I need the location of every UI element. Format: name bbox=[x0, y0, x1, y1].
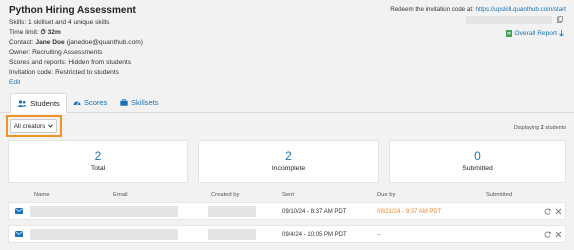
tab-scores[interactable]: Scores bbox=[73, 93, 107, 112]
sent-date: 09/4/24 - 10:05 PM PDT bbox=[282, 232, 347, 238]
invitation-code-info: Invitation code: Restricted to students bbox=[9, 69, 119, 76]
edit-link[interactable]: Edit bbox=[9, 79, 20, 86]
contact-name: Jane Doe bbox=[35, 39, 65, 46]
stat-submitted-value: 0 bbox=[474, 149, 481, 163]
sent-date: 09/10/24 - 8:37 AM PDT bbox=[282, 209, 347, 215]
stat-submitted-label: Submitted bbox=[462, 165, 493, 172]
gauge-icon bbox=[73, 101, 81, 106]
tab-scores-label: Scores bbox=[84, 98, 108, 107]
column-header-submitted: Submitted bbox=[486, 192, 513, 198]
column-header-sent: Sent bbox=[282, 192, 294, 198]
time-limit-label: Time limit: bbox=[9, 29, 39, 36]
contact-email: (janedoe@quanthub.com) bbox=[66, 39, 143, 46]
created-by-redacted bbox=[208, 206, 256, 217]
column-header-created-by: Created by bbox=[211, 192, 240, 198]
refresh-icon[interactable] bbox=[544, 208, 551, 215]
briefcase-icon bbox=[120, 99, 128, 106]
due-date: 09/21/24 - 9:37 AM PDT bbox=[377, 209, 442, 215]
time-limit-info: Time limit: ⏱ 32m bbox=[9, 29, 61, 36]
page-title: Python Hiring Assessment bbox=[9, 5, 136, 16]
time-limit-value: 32m bbox=[47, 29, 61, 36]
users-icon bbox=[17, 100, 27, 107]
contact-info: Contact: Jane Doe (janedoe@quanthub.com) bbox=[9, 38, 143, 48]
envelope-icon bbox=[15, 231, 23, 237]
report-file-icon bbox=[506, 30, 513, 37]
column-header-name: Name bbox=[34, 192, 50, 198]
stat-total-label: Total bbox=[90, 165, 106, 172]
stat-card-submitted: 0 Submitted bbox=[389, 140, 566, 183]
column-header-due-by: Due by bbox=[377, 192, 396, 198]
skills-info: Skills: 1 skillset and 4 unique skills bbox=[9, 19, 110, 26]
copy-icon[interactable] bbox=[557, 16, 563, 23]
tab-students[interactable]: Students bbox=[10, 93, 67, 114]
tab-skillsets-label: Skillsets bbox=[131, 98, 159, 107]
redeem-label: Redeem the invitation code at: bbox=[390, 6, 474, 13]
tab-skillsets[interactable]: Skillsets bbox=[120, 93, 159, 112]
student-name-email-redacted bbox=[30, 229, 178, 240]
close-icon[interactable] bbox=[555, 231, 562, 238]
due-date: -- bbox=[377, 232, 381, 238]
displaying-count: Displaying 2 students bbox=[514, 125, 566, 131]
stat-total-value: 2 bbox=[94, 149, 102, 163]
scores-reports-info: Scores and reports: Hidden from students bbox=[9, 59, 132, 66]
close-icon[interactable] bbox=[555, 208, 562, 215]
creator-filter-dropdown[interactable]: All creators bbox=[10, 119, 57, 133]
envelope-icon bbox=[15, 208, 23, 214]
creator-filter-label: All creators bbox=[13, 122, 46, 130]
overall-report-label: Overall Report bbox=[514, 30, 557, 37]
column-header-email: Email bbox=[113, 192, 128, 198]
stat-card-total: 2 Total bbox=[8, 140, 188, 183]
displaying-suffix: students bbox=[545, 125, 566, 131]
owner-info: Owner: Recruiting Assessments bbox=[9, 49, 103, 56]
displaying-prefix: Displaying bbox=[513, 125, 540, 131]
download-arrow-icon bbox=[559, 30, 564, 37]
displaying-number: 2 bbox=[540, 125, 544, 131]
stat-card-incomplete: 2 Incomplete bbox=[198, 140, 379, 183]
contact-label: Contact: bbox=[9, 39, 34, 46]
stat-incomplete-label: Incomplete bbox=[271, 165, 306, 172]
stat-incomplete-value: 2 bbox=[285, 149, 292, 163]
student-name-email-redacted bbox=[30, 206, 178, 217]
redeem-info: Redeem the invitation code at: https://u… bbox=[390, 6, 566, 13]
overall-report-link[interactable]: Overall Report bbox=[506, 30, 564, 37]
tab-students-label: Students bbox=[30, 99, 60, 108]
refresh-icon[interactable] bbox=[544, 231, 551, 238]
created-by-redacted bbox=[208, 229, 256, 240]
redeem-url-link[interactable]: https://upskill.quanthub.com/start bbox=[476, 6, 566, 13]
chevron-down-icon bbox=[48, 124, 54, 128]
invitation-code-field bbox=[466, 16, 552, 24]
